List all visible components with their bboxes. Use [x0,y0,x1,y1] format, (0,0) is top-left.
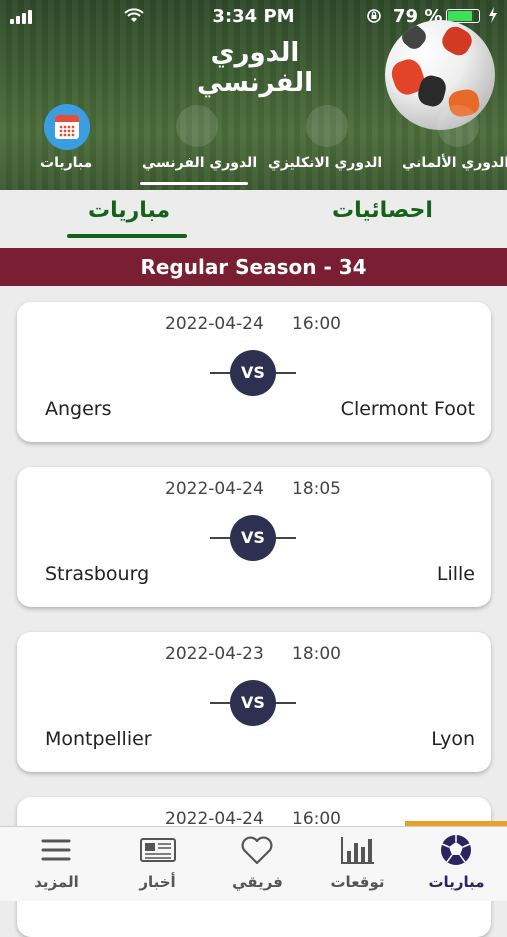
tab-german-league[interactable]: الدوري الألماني [402,155,507,171]
match-time: 18:00 [292,644,341,664]
charging-icon [488,7,498,27]
tab-label: أخبار [139,873,176,891]
match-card[interactable]: 2022-04-24 18:05 VS Strasbourg Lille [17,467,491,607]
league-logo-french[interactable] [176,105,218,147]
match-date: 2022-04-23 [165,644,264,664]
match-card[interactable]: 2022-04-23 18:00 VS Montpellier Lyon [17,632,491,772]
active-league-indicator [140,182,248,185]
league-title: الدوري الفرنسي [196,38,314,98]
vs-badge: VS [230,515,276,561]
segment-matches[interactable]: مباريات [88,198,170,223]
tab-french-league[interactable]: الدوري الفرنسي [142,155,257,171]
away-team: Montpellier [45,728,152,750]
menu-icon [6,833,107,867]
away-team: Strasbourg [45,563,150,585]
match-card[interactable]: 2022-04-24 16:00 VS Angers Clermont Foot [17,302,491,442]
match-date: 2022-04-24 [165,479,264,499]
away-team: Angers [45,398,112,420]
vs-badge: VS [230,680,276,726]
match-date: 2022-04-24 [165,314,264,334]
league-logo-english[interactable] [306,105,348,147]
tab-my-team[interactable]: فريقي [207,827,308,901]
home-team: Lille [436,563,475,585]
tab-matches[interactable]: مباريات [406,827,507,901]
orientation-lock-icon [366,8,382,28]
segment-stats[interactable]: احصائيات [332,198,433,223]
tab-more[interactable]: المزيد [6,827,107,901]
tab-news[interactable]: أخبار [107,827,208,901]
bar-chart-icon [307,833,408,867]
soccer-ball-icon [406,833,507,867]
tab-label: توقعات [330,873,385,891]
league-header: 3:34 PM 79 % الدوري الفرنسي الدوري الألم… [0,0,507,190]
active-segment-indicator [67,234,187,238]
round-header: Regular Season - 34 [0,248,507,286]
tab-matches-calendar[interactable]: مباريات [40,155,92,171]
calendar-icon[interactable] [44,104,90,150]
heart-icon [207,833,308,867]
tab-label: مباريات [428,873,485,891]
match-time: 18:05 [292,479,341,499]
home-team: Lyon [431,728,475,750]
match-time: 16:00 [292,314,341,334]
newspaper-icon [107,833,208,867]
tab-predictions[interactable]: توقعات [307,827,408,901]
home-team: Clermont Foot [340,398,475,420]
tab-english-league[interactable]: الدوري الانكليزي [268,155,382,171]
bottom-tab-bar: مباريات توقعات فريقي أخبار المزيد [0,826,507,901]
vs-badge: VS [230,350,276,396]
tab-label: المزيد [34,873,79,891]
league-logo-german[interactable] [437,105,479,147]
tab-label: فريقي [232,873,283,891]
